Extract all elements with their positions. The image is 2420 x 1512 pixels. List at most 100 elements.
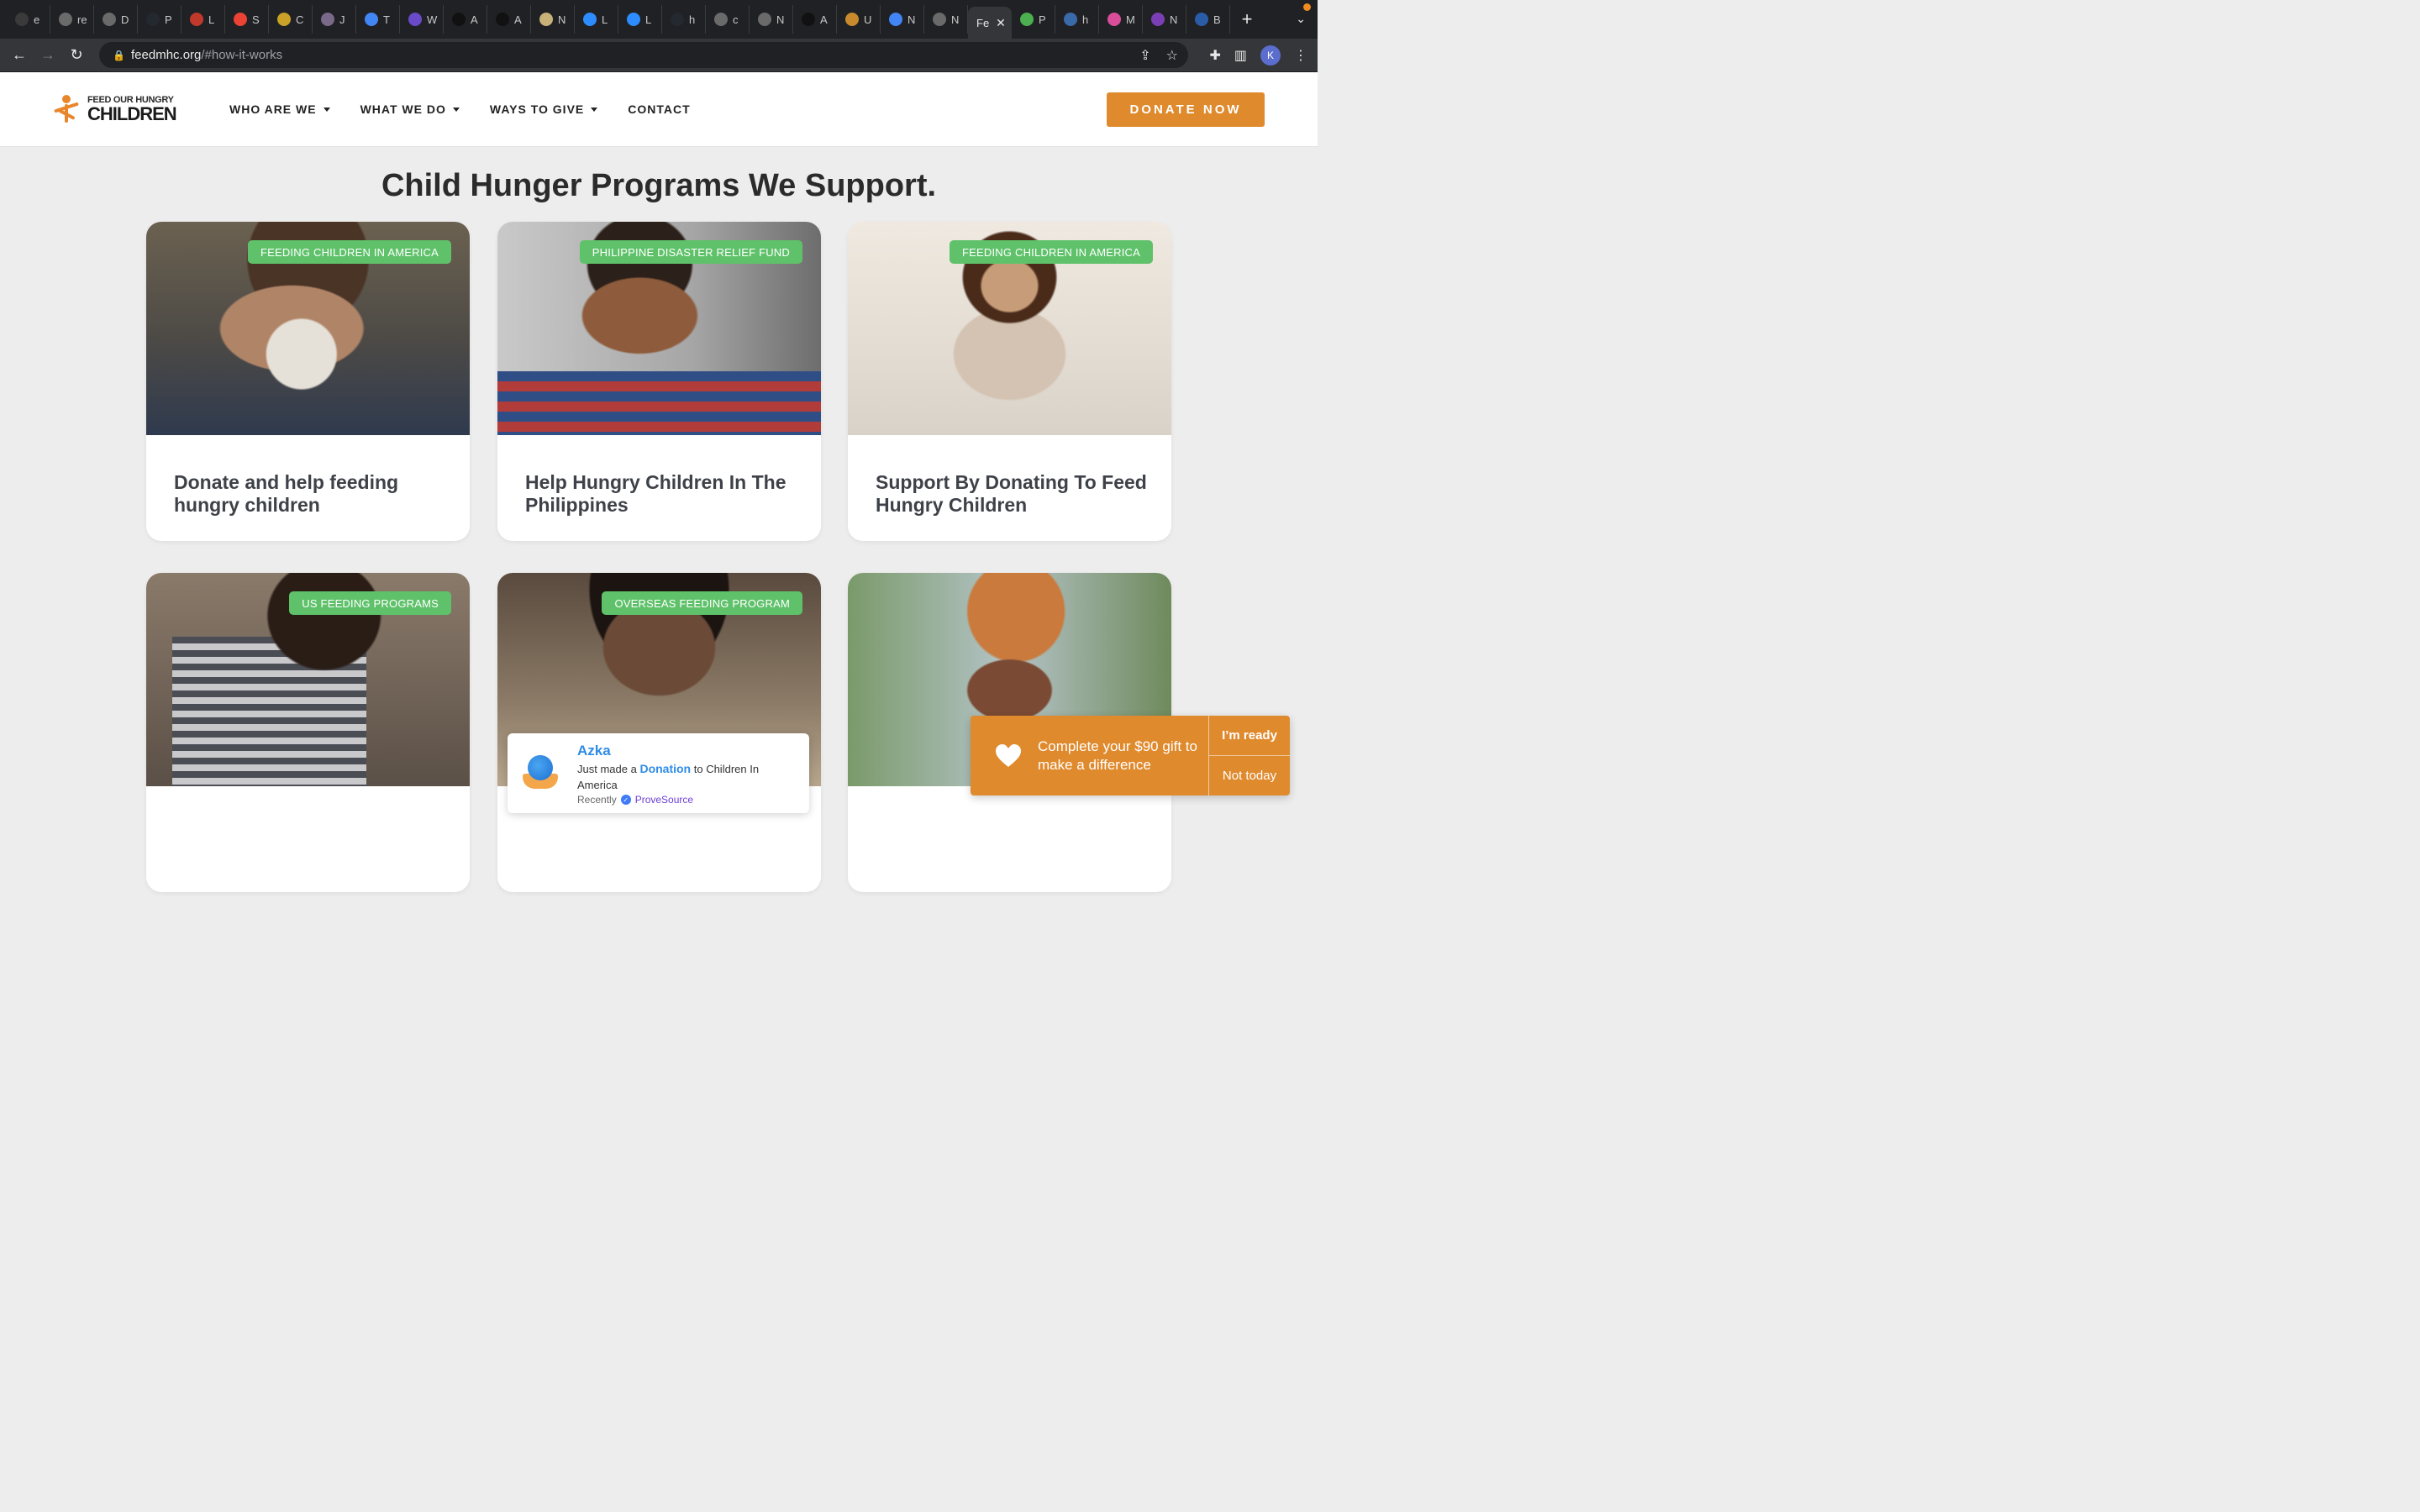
side-panel-icon[interactable]: ▥ [1234, 47, 1247, 64]
card-category-badge[interactable]: FEEDING CHILDREN IN AMERICA [248, 240, 451, 264]
tab-label: A [820, 13, 828, 26]
browser-tab[interactable]: D [94, 5, 138, 34]
tab-label: B [1213, 13, 1221, 26]
main-nav: WHO ARE WE WHAT WE DO WAYS TO GIVE CONTACT [229, 102, 691, 116]
profile-avatar[interactable]: K [1260, 45, 1281, 66]
browser-tab[interactable]: N [750, 5, 793, 34]
card-title[interactable]: Help Hungry Children In The Philippines [525, 471, 797, 517]
browser-tab[interactable]: B [1186, 5, 1230, 34]
nav-item-label: CONTACT [628, 102, 691, 116]
card-category-badge[interactable]: US FEEDING PROGRAMS [289, 591, 451, 615]
tab-close-icon[interactable]: ✕ [996, 16, 1006, 30]
tab-label: P [165, 13, 172, 26]
browser-tab[interactable]: C [269, 5, 313, 34]
browser-tab[interactable]: c [706, 5, 750, 34]
logo-line2: CHILDREN [87, 102, 177, 124]
lock-icon[interactable]: 🔒 [113, 50, 125, 61]
social-proof-popup[interactable]: Azka Just made a Donation to Children In… [508, 733, 809, 813]
browser-tab[interactable]: W [400, 5, 444, 34]
browser-tab[interactable]: A [444, 5, 487, 34]
tab-label: J [339, 13, 345, 26]
caret-down-icon [591, 107, 598, 112]
card-category-badge[interactable]: PHILIPPINE DISASTER RELIEF FUND [579, 240, 802, 264]
card-category-badge[interactable]: OVERSEAS FEEDING PROGRAM [602, 591, 802, 615]
share-icon[interactable]: ⇪ [1139, 47, 1150, 64]
site-header: FEED OUR HUNGRY CHILDREN WHO ARE WE WHAT … [0, 72, 1318, 147]
browser-tab[interactable]: h [1055, 5, 1099, 34]
amazon-icon [452, 13, 466, 26]
card-category-badge[interactable]: FEEDING CHILDREN IN AMERICA [950, 240, 1153, 264]
program-card[interactable]: FEEDING CHILDREN IN AMERICA Donate and h… [146, 222, 470, 541]
browser-tab[interactable]: S [225, 5, 269, 34]
gift-nudge-banner: Complete your $90 gift to make a differe… [971, 716, 1290, 795]
tab-search-chevron-icon[interactable]: ⌄ [1296, 12, 1306, 26]
browser-tab[interactable]: N [531, 5, 575, 34]
provesource-link[interactable]: ProveSource [635, 794, 693, 806]
browser-tab[interactable]: A [793, 5, 837, 34]
browser-tab[interactable]: J [313, 5, 356, 34]
globe-icon [59, 13, 72, 26]
docs-icon [889, 13, 902, 26]
browser-tab[interactable]: h [662, 5, 706, 34]
tab-label: L [602, 13, 608, 26]
browser-menu-icon[interactable]: ⋮ [1294, 47, 1307, 64]
reload-button[interactable]: ↻ [62, 41, 91, 70]
browser-tab[interactable]: A [487, 5, 531, 34]
browser-tab[interactable]: M [1099, 5, 1143, 34]
tab-label: L [208, 13, 215, 26]
browser-tab[interactable]: e [7, 5, 50, 34]
card-title[interactable]: Support By Donating To Feed Hungry Child… [876, 471, 1148, 517]
miro-icon [277, 13, 291, 26]
program-card[interactable]: US FEEDING PROGRAMS [146, 573, 470, 892]
list-icon [408, 13, 422, 26]
browser-toolbar: ← → ↻ 🔒 feedmhc.org/#how-it-works ⇪ ☆ ✚ … [0, 39, 1318, 72]
tab-active[interactable]: Fe ✕ [968, 7, 1012, 39]
nav-item[interactable]: WHAT WE DO [360, 102, 460, 116]
gmail-icon [234, 13, 247, 26]
browser-tab[interactable]: re [50, 5, 94, 34]
extensions-puzzle-icon[interactable]: ✚ [1209, 47, 1220, 64]
nav-item[interactable]: WAYS TO GIVE [490, 102, 598, 116]
donate-now-button[interactable]: DONATE NOW [1107, 92, 1265, 127]
program-card[interactable]: PHILIPPINE DISASTER RELIEF FUND Help Hun… [497, 222, 821, 541]
browser-tab[interactable]: L [618, 5, 662, 34]
browser-tab[interactable]: N [1143, 5, 1186, 34]
tab-list: e re D P L S C J T W A A N L Lh c N A U N N [7, 5, 968, 34]
tab-list-after: Ph M N B [1012, 5, 1230, 34]
browser-tab[interactable]: L [182, 5, 225, 34]
logo-icon [15, 13, 29, 26]
browser-tab[interactable]: L [575, 5, 618, 34]
new-tab-button[interactable]: + [1230, 5, 1264, 34]
app-icon [321, 13, 334, 26]
browser-tab[interactable]: T [356, 5, 400, 34]
apple-icon [1020, 13, 1034, 26]
nav-item-label: WHO ARE WE [229, 102, 317, 116]
tab-label: P [1039, 13, 1046, 26]
nav-item[interactable]: CONTACT [628, 102, 690, 116]
card-title[interactable]: Donate and help feeding hungry children [174, 471, 446, 517]
nav-item-label: WHAT WE DO [360, 102, 446, 116]
not-today-button[interactable]: Not today [1209, 756, 1290, 795]
tab-label: C [296, 13, 304, 26]
donor-name: Azka [577, 743, 611, 759]
popup-meta: Recently ✓ ProveSource [577, 794, 693, 806]
im-ready-button[interactable]: I’m ready [1209, 716, 1290, 756]
browser-tab[interactable]: N [881, 5, 924, 34]
bookmark-star-icon[interactable]: ☆ [1166, 47, 1178, 64]
address-bar[interactable]: 🔒 feedmhc.org/#how-it-works ⇪ ☆ [99, 42, 1188, 68]
tab-label: W [427, 13, 438, 26]
forward-button[interactable]: → [34, 41, 62, 70]
browser-tab[interactable]: N [924, 5, 968, 34]
donation-message: Just made a Donation to Children In Amer… [577, 761, 796, 793]
browser-tab[interactable]: P [1012, 5, 1055, 34]
back-button[interactable]: ← [5, 41, 34, 70]
program-card[interactable]: OVERSEAS FEEDING PROGRAM [497, 573, 821, 892]
url-path: /#how-it-works [201, 48, 283, 62]
site-logo[interactable]: FEED OUR HUNGRY CHILDREN [52, 94, 177, 124]
browser-tab[interactable]: P [138, 5, 182, 34]
message-highlight: Donation [639, 762, 692, 775]
nav-item[interactable]: WHO ARE WE [229, 102, 330, 116]
browser-tab[interactable]: U [837, 5, 881, 34]
github-icon [146, 13, 160, 26]
program-card[interactable]: FEEDING CHILDREN IN AMERICA Support By D… [848, 222, 1171, 541]
